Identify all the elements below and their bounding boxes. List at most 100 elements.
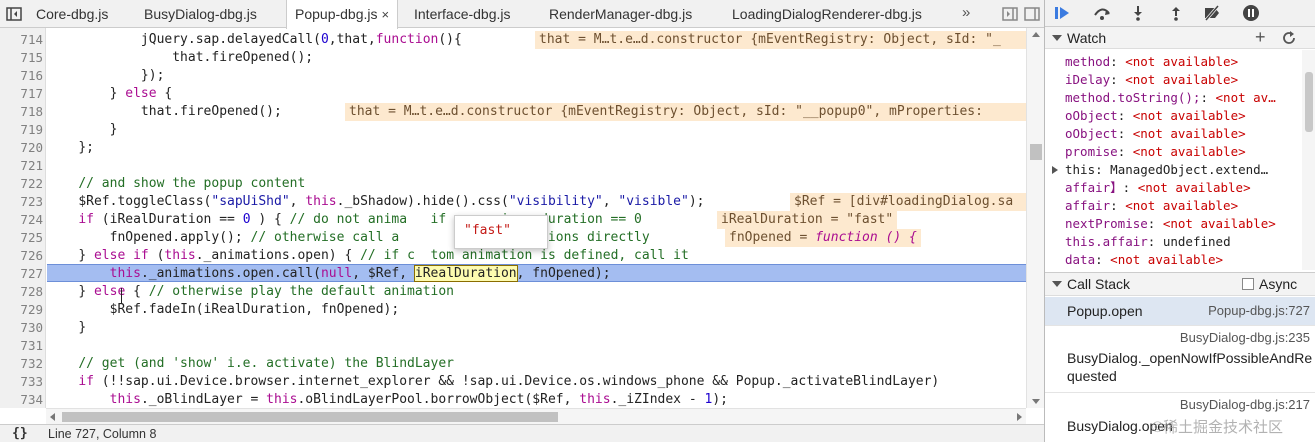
watch-item[interactable]: promise: <not available>: [1065, 143, 1246, 161]
deactivate-breakpoints-button[interactable]: [1201, 3, 1223, 23]
editor-status-bar: {} Line 727, Column 8: [0, 424, 1044, 442]
call-frame-selected[interactable]: Popup.open Popup-dbg.js:727: [1045, 297, 1315, 326]
line-number[interactable]: 724: [0, 211, 43, 229]
tab-core-dbg[interactable]: Core-dbg.js: [28, 0, 116, 28]
code-token: jQuery.sap.delayedCall(: [140, 32, 321, 47]
line-number[interactable]: 718: [0, 103, 43, 121]
line-number[interactable]: 726: [0, 247, 43, 265]
code-line: });: [47, 67, 1026, 85]
line-number[interactable]: 716: [0, 67, 43, 85]
tab-busydialog-dbg[interactable]: BusyDialog-dbg.js: [136, 0, 265, 28]
line-number[interactable]: 719: [0, 121, 43, 139]
code-token: "sapUiShd": [211, 194, 290, 209]
code-line: that.fireOpened();: [47, 49, 1026, 67]
scroll-up-arrow-icon[interactable]: [1032, 32, 1040, 37]
watch-item-expandable[interactable]: this: ManagedObject.extend…: [1052, 161, 1268, 179]
watch-item[interactable]: oObject: <not available>: [1065, 125, 1246, 143]
expand-triangle-icon[interactable]: [1052, 166, 1058, 174]
step-into-button[interactable]: [1127, 3, 1149, 23]
watch-item[interactable]: affair】: <not available>: [1065, 179, 1251, 197]
line-number[interactable]: 717: [0, 85, 43, 103]
watch-scrollbar[interactable]: [1302, 50, 1315, 270]
resume-button[interactable]: [1051, 3, 1073, 23]
line-number[interactable]: 731: [0, 337, 43, 355]
line-number[interactable]: 730: [0, 319, 43, 337]
line-number[interactable]: 734: [0, 391, 43, 408]
scroll-left-arrow-icon[interactable]: [50, 413, 55, 421]
line-number[interactable]: 725: [0, 229, 43, 247]
call-frame[interactable]: BusyDialog-dbg.js:235 BusyDialog._openNo…: [1045, 326, 1315, 393]
pretty-print-icon[interactable]: {}: [12, 426, 28, 441]
scroll-down-arrow-icon[interactable]: [1032, 399, 1040, 404]
line-number[interactable]: 727: [0, 265, 43, 283]
watch-scroll-thumb[interactable]: [1305, 72, 1313, 132]
code-token: this: [109, 266, 141, 281]
tab-rendermanager-dbg[interactable]: RenderManager-dbg.js: [541, 0, 700, 28]
line-number[interactable]: 721: [0, 157, 43, 175]
code-token: });: [140, 68, 165, 83]
watch-item[interactable]: data: <not available>: [1065, 251, 1223, 269]
code-token: function: [375, 32, 439, 47]
line-number[interactable]: 715: [0, 49, 43, 67]
add-watch-icon[interactable]: +: [1255, 27, 1266, 48]
code-token: ) {: [250, 212, 290, 227]
toggle-navigator-icon[interactable]: [4, 4, 24, 24]
tab-popup-dbg[interactable]: Popup-dbg.js ×: [286, 0, 399, 29]
horizontal-scroll-thumb[interactable]: [62, 412, 558, 422]
watch-item[interactable]: oObject: <not available>: [1065, 107, 1246, 125]
step-out-button[interactable]: [1165, 3, 1187, 23]
line-number[interactable]: 729: [0, 301, 43, 319]
scroll-right-arrow-icon[interactable]: [1017, 413, 1022, 421]
watch-item[interactable]: this.affair: undefined: [1065, 233, 1231, 251]
watch-item[interactable]: method: <not available>: [1065, 53, 1238, 71]
step-over-button[interactable]: [1091, 3, 1113, 23]
editor-vertical-scrollbar[interactable]: [1026, 28, 1044, 408]
code-token: (!!sap.ui.Device.browser.internet_explor…: [93, 374, 940, 389]
hovered-token[interactable]: iRealDuration: [413, 265, 518, 282]
toggle-sidebar-right-icon[interactable]: [1022, 4, 1042, 24]
line-number[interactable]: 728: [0, 283, 43, 301]
call-stack-section-header[interactable]: Call Stack Async: [1045, 272, 1315, 296]
code-token: "visible": [618, 194, 689, 209]
line-number[interactable]: 720: [0, 139, 43, 157]
watch-item[interactable]: iDelay: <not available>: [1065, 71, 1238, 89]
watch-section-header[interactable]: Watch +: [1045, 27, 1315, 49]
execution-line: this._animations.open.call(null, $Ref, i…: [47, 264, 1026, 282]
watch-item[interactable]: method.toString();: <not av…: [1065, 89, 1276, 107]
line-number-gutter[interactable]: 714 715 716 717 718 719 720 721 722 723 …: [0, 28, 46, 408]
code-token: }: [109, 86, 126, 101]
code-token: ._oBlindLayer =: [140, 392, 267, 407]
line-number[interactable]: 733: [0, 373, 43, 391]
code-token: fnOpened.apply();: [109, 230, 251, 245]
watch-list: method: <not available> iDelay: <not ava…: [1045, 50, 1315, 270]
vertical-scroll-thumb[interactable]: [1030, 144, 1042, 160]
code-token: this: [109, 392, 141, 407]
watch-item[interactable]: affair: <not available>: [1065, 197, 1238, 215]
tab-loadingdialogrenderer-dbg[interactable]: LoadingDialogRenderer-dbg.js: [724, 0, 930, 28]
tab-interface-dbg[interactable]: Interface-dbg.js: [406, 0, 519, 28]
step-into-icon: [1134, 6, 1142, 21]
tab-close-icon[interactable]: ×: [382, 1, 390, 29]
debugger-sidebar: Watch + method: <not available> iDelay: …: [1044, 0, 1315, 442]
inline-value-irealduration: iRealDuration = "fast": [717, 211, 898, 229]
code-line: this._oBlindLayer = this.oBlindLayerPool…: [47, 391, 1026, 408]
editor-horizontal-scrollbar[interactable]: [46, 408, 1026, 424]
line-number[interactable]: 732: [0, 355, 43, 373]
watch-item[interactable]: nextPromise: <not available>: [1065, 215, 1276, 233]
refresh-watch-icon[interactable]: [1281, 30, 1297, 49]
line-number[interactable]: 722: [0, 175, 43, 193]
pause-on-exceptions-button[interactable]: [1240, 3, 1262, 23]
code-token: else: [125, 86, 157, 101]
async-checkbox[interactable]: [1242, 278, 1254, 290]
collapse-triangle-icon[interactable]: [1052, 35, 1062, 41]
tab-overflow-chevron-icon[interactable]: »: [962, 0, 970, 28]
line-number[interactable]: 714: [0, 31, 43, 49]
line-number[interactable]: 723: [0, 193, 43, 211]
collapse-triangle-icon[interactable]: [1052, 281, 1062, 287]
toggle-debugger-sidebar-icon[interactable]: [1000, 4, 1020, 24]
